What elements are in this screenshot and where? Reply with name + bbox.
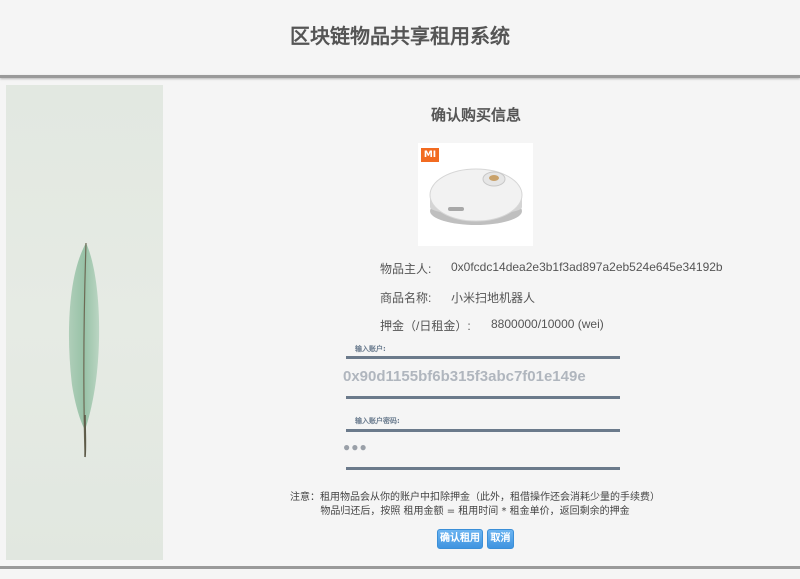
name-label: 商品名称: bbox=[380, 291, 432, 305]
deposit-label: 押金（/日租金）: bbox=[380, 319, 471, 333]
note-line-1: 注意：租用物品会从你的账户中扣除押金（此外，租借操作还会消耗少量的手续费） bbox=[290, 492, 660, 503]
password-top-line bbox=[346, 429, 620, 432]
account-input[interactable] bbox=[343, 368, 623, 385]
deposit-row: 押金（/日租金）: 8800000/10000 (wei) bbox=[380, 317, 604, 334]
mi-logo-icon: MI bbox=[421, 148, 439, 162]
footer bbox=[0, 569, 800, 579]
password-underline bbox=[346, 467, 620, 470]
name-row: 商品名称: 小米扫地机器人 bbox=[380, 289, 535, 306]
password-label: 输入账户密码: bbox=[355, 417, 400, 425]
cancel-button[interactable]: 取消 bbox=[487, 529, 514, 549]
panel-title: 确认购买信息 bbox=[430, 106, 521, 124]
owner-label: 物品主人: bbox=[380, 262, 432, 276]
header: 区块链物品共享租用系统 bbox=[0, 0, 800, 76]
confirm-rent-button[interactable]: 确认租用 bbox=[437, 529, 483, 549]
owner-value: 0x0fcdc14dea2e3b1f3ad897a2eb524e645e3419… bbox=[451, 260, 723, 274]
owner-row: 物品主人: 0x0fcdc14dea2e3b1f3ad897a2eb524e64… bbox=[380, 260, 723, 277]
account-top-line bbox=[346, 356, 620, 359]
product-image: MI bbox=[418, 143, 533, 246]
deposit-value: 8800000/10000 (wei) bbox=[491, 317, 604, 331]
password-input[interactable] bbox=[343, 440, 623, 454]
account-label: 输入账户: bbox=[355, 345, 386, 353]
feather-icon bbox=[68, 242, 100, 458]
account-underline bbox=[346, 396, 620, 399]
note-line-2: 物品归还后，按照 租用金额 = 租用时间 * 租金单价，返回剩余的押金 bbox=[320, 506, 630, 517]
page-title: 区块链物品共享租用系统 bbox=[290, 24, 510, 48]
header-divider bbox=[0, 75, 800, 78]
name-value: 小米扫地机器人 bbox=[451, 291, 536, 305]
side-image bbox=[6, 85, 163, 560]
